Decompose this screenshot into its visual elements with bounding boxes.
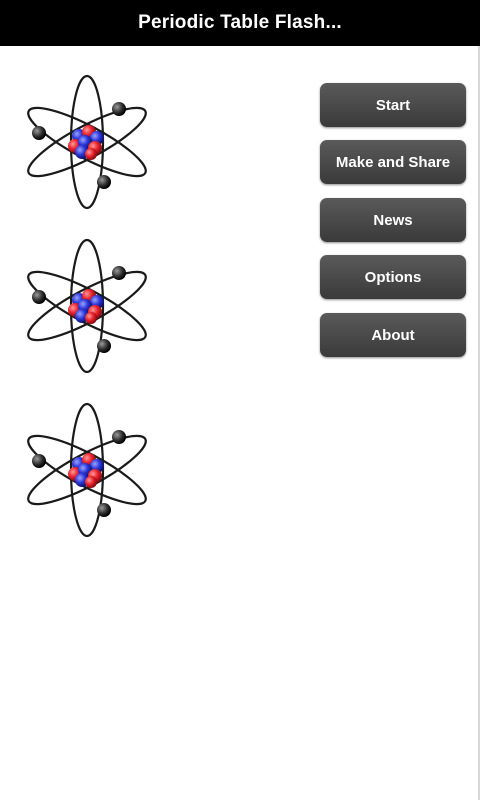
- atom-icon: [16, 238, 158, 374]
- options-button[interactable]: Options: [320, 255, 466, 299]
- news-button-label: News: [373, 211, 413, 229]
- atom-icon: [16, 402, 158, 538]
- make-and-share-button-label: Make and Share: [335, 153, 451, 171]
- atom-icon: [16, 74, 158, 210]
- about-button[interactable]: About: [320, 313, 466, 357]
- about-button-label: About: [371, 326, 415, 344]
- app-title: Periodic Table Flash...: [138, 12, 342, 33]
- start-button[interactable]: Start: [320, 83, 466, 127]
- options-button-label: Options: [364, 268, 422, 286]
- make-and-share-button[interactable]: Make and Share: [320, 140, 466, 184]
- news-button[interactable]: News: [320, 198, 466, 242]
- start-button-label: Start: [375, 96, 411, 114]
- title-bar: Periodic Table Flash...: [0, 0, 480, 46]
